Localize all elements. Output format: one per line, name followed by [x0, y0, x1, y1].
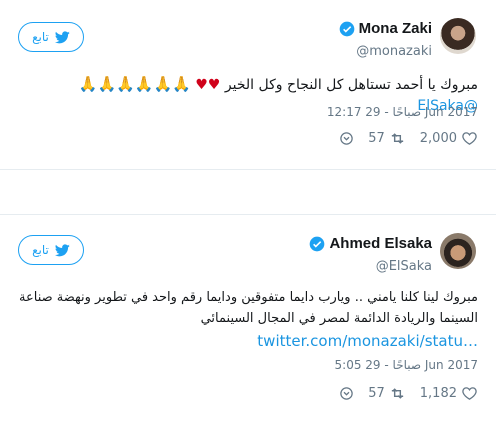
- follow-label: تابع: [32, 30, 49, 44]
- author-name-row[interactable]: Mona Zaki: [339, 20, 432, 37]
- hearts-emoji: ♥♥: [195, 77, 221, 93]
- handle: @ElSaka: [375, 258, 432, 274]
- retweet-icon: [391, 133, 403, 144]
- display-name: Mona Zaki: [358, 20, 432, 37]
- tweet-mona-zaki: تابع Mona Zaki @monazaki مبروك يا أحمد ت…: [0, 0, 496, 170]
- more-button[interactable]: [339, 131, 354, 146]
- retweet-count: 57: [368, 386, 385, 401]
- tweet-ahmed-elsaka: تابع Ahmed Elsaka @ElSaka مبروك لينا كلن…: [0, 214, 496, 422]
- display-name: Ahmed Elsaka: [329, 235, 432, 252]
- avatar[interactable]: [440, 18, 476, 54]
- author-name-row[interactable]: Ahmed Elsaka: [309, 235, 432, 252]
- retweet-button[interactable]: 57: [368, 130, 406, 147]
- follow-label: تابع: [32, 243, 49, 257]
- heart-icon: [462, 387, 477, 400]
- verified-icon: [310, 236, 325, 251]
- like-button[interactable]: 2,000: [420, 130, 478, 147]
- like-count: 1,182: [419, 386, 457, 401]
- like-count: 2,000: [419, 131, 457, 146]
- retweet-count: 57: [368, 131, 385, 146]
- author-block: Ahmed Elsaka @ElSaka: [309, 235, 432, 274]
- handle: @monazaki: [356, 43, 432, 59]
- like-button[interactable]: 1,182: [420, 385, 478, 402]
- follow-button[interactable]: تابع: [18, 235, 84, 265]
- status-link[interactable]: twitter.com/monazaki/statu…: [18, 331, 478, 352]
- timestamp[interactable]: 12:17 صباحًا - 29 Jun 2017: [327, 105, 478, 119]
- twitter-bird-icon: [54, 30, 70, 43]
- heart-icon: [462, 132, 477, 145]
- tweet-body-line-2: السينما والريادة الدائمة لمصر في المجال …: [200, 311, 478, 326]
- retweet-button[interactable]: 57: [368, 385, 406, 402]
- retweet-icon: [391, 388, 403, 399]
- more-button[interactable]: [339, 386, 354, 401]
- twitter-bird-icon: [54, 243, 70, 256]
- follow-button[interactable]: تابع: [18, 22, 84, 52]
- pray-emoji: 🙏🙏🙏🙏🙏🙏: [78, 75, 191, 93]
- author-block: Mona Zaki @monazaki: [339, 20, 432, 59]
- timestamp[interactable]: 5:05 صباحًا - 29 Jun 2017: [335, 358, 478, 372]
- verified-icon: [339, 21, 354, 36]
- tweet-actions: 57 1,182: [339, 385, 478, 402]
- more-icon: [340, 387, 353, 400]
- tweet-body: مبروك يا أحمد تستاهل كل النجاح وكل الخير: [224, 77, 478, 93]
- tweet-text: مبروك لينا كلنا يامني .. ويارب دايما متف…: [18, 287, 478, 352]
- more-icon: [340, 132, 353, 145]
- tweet-body-line-1: مبروك لينا كلنا يامني .. ويارب دايما متف…: [19, 290, 478, 305]
- tweet-actions: 57 2,000: [339, 130, 478, 147]
- avatar[interactable]: [440, 233, 476, 269]
